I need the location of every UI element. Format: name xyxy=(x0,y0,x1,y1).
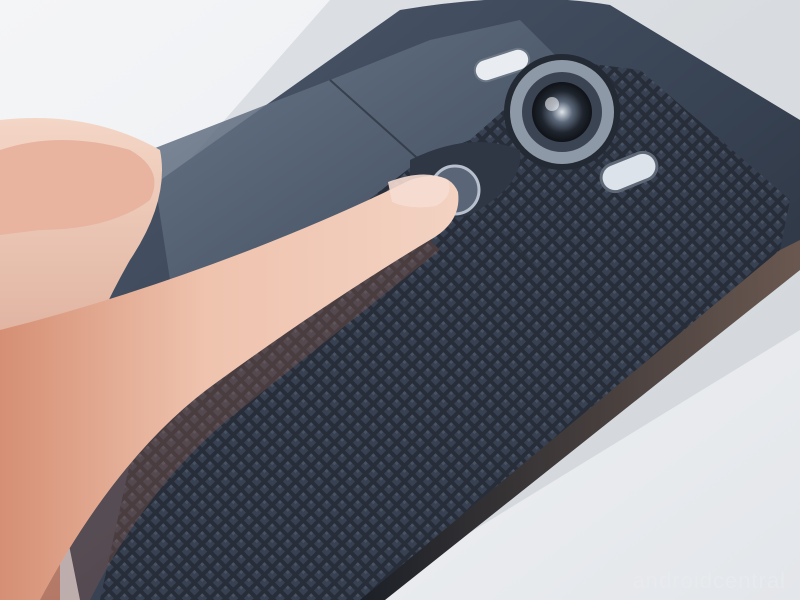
photo-illustration xyxy=(0,0,800,600)
photo: androidcentral xyxy=(0,0,800,600)
camera-lens xyxy=(532,82,592,142)
lens-highlight xyxy=(545,97,559,111)
watermark-text: androidcentral xyxy=(632,568,786,593)
fingernail xyxy=(388,174,450,208)
camera-module xyxy=(504,54,620,170)
